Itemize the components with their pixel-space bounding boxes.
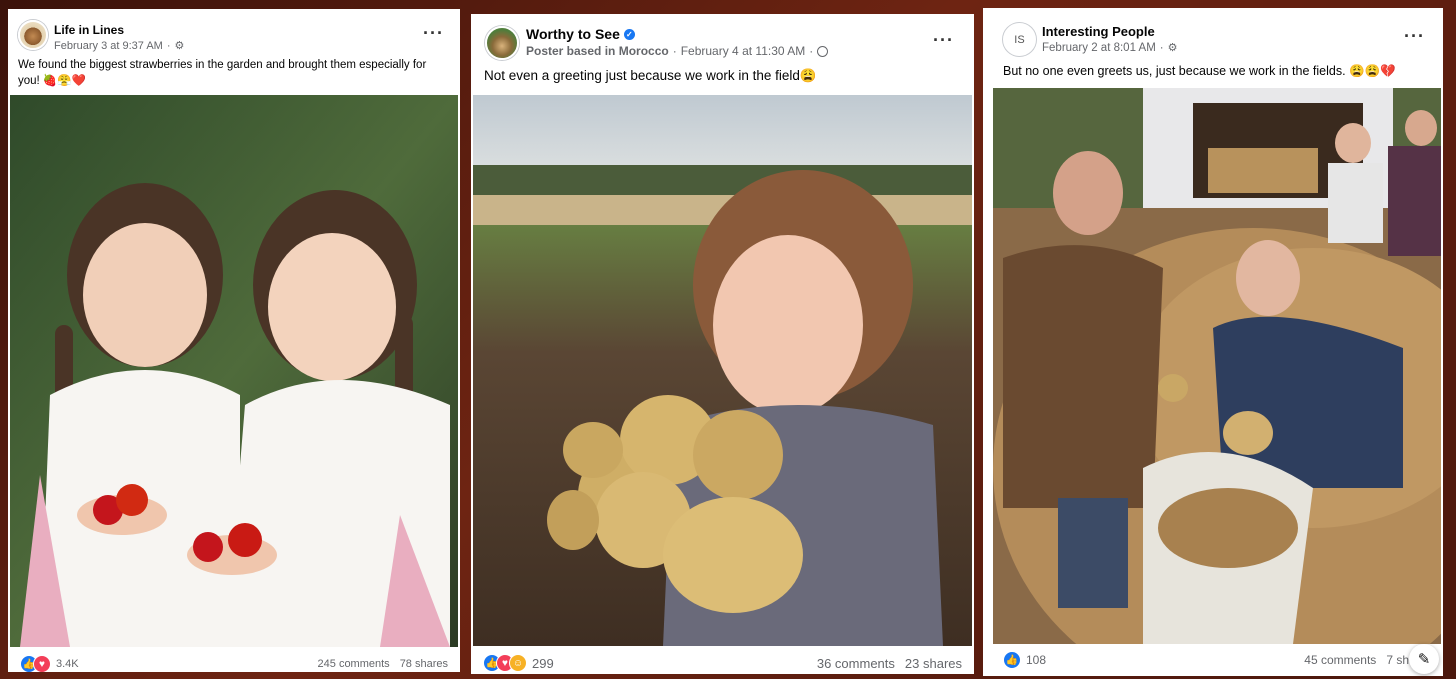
page-name-row: Worthy to See ✓ bbox=[526, 26, 635, 42]
post-image[interactable] bbox=[473, 95, 972, 646]
globe-icon bbox=[817, 45, 829, 57]
post-footer: 👍 ♥ 3.4K 245 comments 78 shares bbox=[8, 655, 460, 672]
post-meta: February 2 at 8:01 AM · ⚙ bbox=[1042, 41, 1178, 55]
reaction-summary[interactable]: 👍 108 bbox=[1003, 651, 1046, 669]
comments-count[interactable]: 36 comments bbox=[817, 656, 895, 671]
verified-badge-icon: ✓ bbox=[623, 28, 635, 40]
love-reaction-icon: ♥ bbox=[33, 655, 51, 672]
page-logo-icon: IS bbox=[1014, 33, 1025, 46]
timestamp[interactable]: February 4 at 11:30 AM bbox=[681, 44, 806, 58]
page-name[interactable]: Interesting People bbox=[1042, 24, 1155, 39]
care-reaction-icon: ☺ bbox=[509, 654, 527, 672]
compose-edit-icon[interactable]: ✎ bbox=[1409, 644, 1439, 674]
post-image[interactable] bbox=[993, 88, 1441, 644]
comments-count[interactable]: 245 comments bbox=[318, 658, 390, 670]
reaction-summary[interactable]: 👍 ♥ ☺ 299 bbox=[483, 654, 554, 672]
reaction-count[interactable]: 3.4K bbox=[56, 658, 79, 670]
page-avatar[interactable] bbox=[18, 20, 48, 50]
post-meta: February 3 at 9:37 AM · ⚙ bbox=[54, 39, 185, 53]
post-card: Worthy to See ✓ Poster based in Morocco … bbox=[471, 14, 974, 674]
potato-farmers-photo bbox=[993, 88, 1441, 644]
more-options-icon[interactable]: ··· bbox=[1404, 26, 1425, 47]
post-text: We found the biggest strawberries in the… bbox=[18, 59, 427, 87]
post-footer: 👍 108 45 comments 7 sh bbox=[983, 651, 1443, 669]
post-text: But no one even greets us, just because … bbox=[1003, 64, 1396, 78]
timestamp[interactable]: February 2 at 8:01 AM bbox=[1042, 42, 1156, 54]
reaction-count[interactable]: 299 bbox=[532, 656, 554, 671]
shares-count[interactable]: 7 sh bbox=[1386, 653, 1409, 667]
page-avatar[interactable] bbox=[485, 26, 519, 60]
more-options-icon[interactable]: ··· bbox=[933, 30, 954, 51]
post-footer: 👍 ♥ ☺ 299 36 comments 23 shares bbox=[471, 654, 974, 672]
reaction-summary[interactable]: 👍 ♥ 3.4K bbox=[20, 655, 79, 672]
potato-girl-photo bbox=[473, 95, 972, 646]
reaction-count[interactable]: 108 bbox=[1026, 653, 1046, 667]
post-meta: Poster based in Morocco · February 4 at … bbox=[526, 44, 829, 58]
strawberry-girls-photo bbox=[10, 95, 458, 647]
shares-count[interactable]: 78 shares bbox=[400, 658, 448, 670]
page-name[interactable]: Worthy to See bbox=[526, 26, 620, 42]
gear-icon: ⚙ bbox=[1167, 42, 1178, 54]
timestamp[interactable]: February 3 at 9:37 AM bbox=[54, 40, 163, 52]
post-text: Not even a greeting just because we work… bbox=[484, 68, 817, 83]
like-reaction-icon: 👍 bbox=[1003, 651, 1021, 669]
page-avatar[interactable]: IS bbox=[1003, 23, 1036, 56]
poster-location: Poster based in Morocco bbox=[526, 44, 669, 58]
shares-count[interactable]: 23 shares bbox=[905, 656, 962, 671]
page-name[interactable]: Life in Lines bbox=[54, 23, 124, 37]
post-image[interactable] bbox=[10, 95, 458, 647]
more-options-icon[interactable]: ··· bbox=[423, 23, 444, 44]
comments-count[interactable]: 45 comments bbox=[1304, 653, 1376, 667]
gear-icon: ⚙ bbox=[174, 40, 185, 52]
post-card: Life in Lines February 3 at 9:37 AM · ⚙ … bbox=[8, 9, 460, 672]
post-card: IS Interesting People February 2 at 8:01… bbox=[983, 8, 1443, 676]
